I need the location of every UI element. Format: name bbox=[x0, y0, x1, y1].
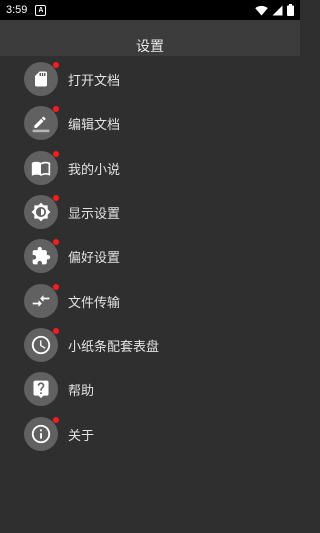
status-left: 3:59 A bbox=[6, 4, 47, 16]
notification-badge bbox=[53, 239, 59, 245]
menu-item-label: 偏好设置 bbox=[68, 250, 121, 266]
transfer-arrows-icon bbox=[24, 284, 59, 318]
info-icon bbox=[24, 417, 59, 451]
notification-badge bbox=[53, 195, 59, 201]
menu-item-help[interactable]: 帮助 bbox=[24, 369, 284, 409]
notification-badge bbox=[53, 151, 59, 157]
menu-item-label: 文件传输 bbox=[68, 295, 121, 311]
menu-item-preferences[interactable]: 偏好设置 bbox=[24, 236, 284, 276]
menu-item-label: 帮助 bbox=[68, 383, 95, 399]
notification-icon: A bbox=[35, 4, 47, 16]
status-bar: 3:59 A bbox=[0, 0, 300, 20]
clock-icon bbox=[24, 328, 59, 362]
edit-pencil-icon bbox=[24, 106, 59, 140]
signal-icon bbox=[272, 5, 283, 16]
menu-item-my-novels[interactable]: 我的小说 bbox=[24, 148, 284, 188]
page-title: 设置 bbox=[136, 39, 164, 55]
menu-item-edit-document[interactable]: 编辑文档 bbox=[24, 103, 284, 143]
book-icon bbox=[24, 151, 59, 185]
notification-badge bbox=[53, 417, 59, 423]
menu-item-display-settings[interactable]: 显示设置 bbox=[24, 192, 284, 232]
menu-item-label: 小纸条配套表盘 bbox=[68, 339, 160, 355]
notification-badge bbox=[53, 106, 59, 112]
brightness-icon bbox=[24, 195, 59, 229]
battery-icon bbox=[287, 4, 294, 16]
menu-item-about[interactable]: 关于 bbox=[24, 414, 284, 454]
status-right bbox=[255, 4, 294, 16]
puzzle-icon bbox=[24, 239, 59, 273]
status-time: 3:59 bbox=[6, 4, 28, 16]
menu-item-open-document[interactable]: 打开文档 bbox=[24, 59, 284, 99]
menu-item-file-transfer[interactable]: 文件传输 bbox=[24, 281, 284, 321]
menu-item-label: 编辑文档 bbox=[68, 117, 121, 133]
wifi-icon bbox=[255, 5, 268, 16]
menu-item-label: 关于 bbox=[68, 428, 95, 444]
help-icon bbox=[24, 372, 58, 406]
sd-card-icon bbox=[24, 62, 59, 96]
header: 设置 bbox=[0, 20, 300, 56]
notification-badge bbox=[53, 62, 59, 68]
notification-badge bbox=[53, 328, 59, 334]
menu-item-watch-face[interactable]: 小纸条配套表盘 bbox=[24, 325, 284, 365]
menu-item-label: 打开文档 bbox=[68, 73, 121, 89]
notification-badge bbox=[53, 284, 59, 290]
menu-item-label: 我的小说 bbox=[68, 162, 121, 178]
menu-item-label: 显示设置 bbox=[68, 206, 121, 222]
